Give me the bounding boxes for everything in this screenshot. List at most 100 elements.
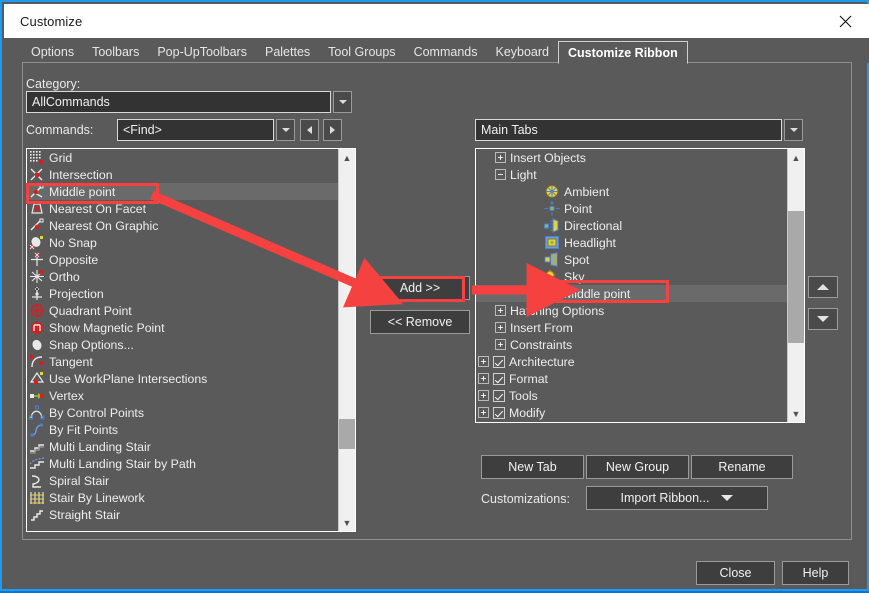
by-control-points-icon bbox=[29, 405, 45, 420]
ribbon-tree-node[interactable]: Directional bbox=[476, 217, 787, 234]
scrollbar-thumb[interactable] bbox=[339, 419, 355, 449]
new-group-button[interactable]: New Group bbox=[586, 455, 689, 479]
ribbon-scope-combo[interactable]: Main Tabs bbox=[475, 119, 803, 141]
help-button[interactable]: Help bbox=[782, 561, 849, 585]
ribbon-tree-node[interactable]: Headlight bbox=[476, 234, 787, 251]
command-list-item[interactable]: Use WorkPlane Intersections bbox=[27, 370, 338, 387]
ribbon-tree-node[interactable]: Hatching Options bbox=[476, 302, 787, 319]
ribbon-tree-node[interactable]: Format bbox=[476, 370, 787, 387]
tab-tool-groups[interactable]: Tool Groups bbox=[319, 41, 404, 63]
expand-plus-icon[interactable] bbox=[495, 322, 506, 333]
command-list-item[interactable]: Multi Landing Stair by Path bbox=[27, 455, 338, 472]
remove-button[interactable]: << Remove bbox=[370, 310, 470, 334]
expand-plus-icon[interactable] bbox=[495, 339, 506, 350]
ribbon-tree-node-label: Insert Objects bbox=[510, 151, 586, 165]
find-previous-button[interactable] bbox=[300, 119, 319, 141]
command-list-item[interactable]: Intersection bbox=[27, 166, 338, 183]
point-light-icon bbox=[544, 201, 560, 216]
tab-customize-ribbon[interactable]: Customize Ribbon bbox=[558, 41, 688, 64]
move-down-button[interactable] bbox=[808, 308, 838, 330]
expand-plus-icon[interactable] bbox=[478, 390, 489, 401]
tree-node-checkbox[interactable] bbox=[493, 356, 505, 368]
move-up-button[interactable] bbox=[808, 276, 838, 298]
tab-options[interactable]: Options bbox=[22, 41, 83, 63]
expand-plus-icon[interactable] bbox=[478, 356, 489, 367]
command-list-item[interactable]: Nearest On Graphic bbox=[27, 217, 338, 234]
tree-node-checkbox[interactable] bbox=[493, 390, 505, 402]
tab-commands[interactable]: Commands bbox=[405, 41, 487, 63]
ribbon-tree-scrollbar[interactable]: ▲ ▼ bbox=[787, 149, 804, 422]
find-next-button[interactable] bbox=[323, 119, 342, 141]
tab-label: Tool Groups bbox=[328, 45, 395, 59]
commands-list[interactable]: GridIntersectionMiddle pointNearest On F… bbox=[26, 148, 356, 532]
command-list-item[interactable]: Quadrant Point bbox=[27, 302, 338, 319]
chevron-down-icon[interactable] bbox=[784, 119, 803, 141]
command-list-item[interactable]: No Snap bbox=[27, 234, 338, 251]
scrollbar-thumb[interactable] bbox=[788, 211, 804, 343]
expand-plus-icon[interactable] bbox=[495, 305, 506, 316]
command-list-item[interactable]: Opposite bbox=[27, 251, 338, 268]
chevron-down-icon[interactable] bbox=[276, 119, 295, 141]
rename-button[interactable]: Rename bbox=[691, 455, 793, 479]
command-list-item[interactable]: Show Magnetic Point bbox=[27, 319, 338, 336]
tab-palettes[interactable]: Palettes bbox=[256, 41, 319, 63]
command-list-item[interactable]: Spiral Stair bbox=[27, 472, 338, 489]
scroll-down-icon[interactable]: ▼ bbox=[788, 405, 804, 422]
category-combo[interactable]: AllCommands bbox=[26, 91, 352, 113]
command-list-item[interactable]: By Control Points bbox=[27, 404, 338, 421]
spiral-stair-icon bbox=[29, 473, 45, 488]
command-list-item[interactable]: By Fit Points bbox=[27, 421, 338, 438]
expand-plus-icon[interactable] bbox=[478, 407, 489, 418]
command-list-item[interactable]: Ortho bbox=[27, 268, 338, 285]
command-list-item-label: Stair By Linework bbox=[49, 491, 145, 505]
category-value[interactable]: AllCommands bbox=[26, 91, 331, 113]
close-button[interactable]: Close bbox=[696, 561, 775, 585]
chevron-down-icon[interactable] bbox=[333, 91, 352, 113]
command-list-item[interactable]: Tangent bbox=[27, 353, 338, 370]
import-ribbon-dropdown[interactable]: Import Ribbon... bbox=[586, 486, 768, 510]
ribbon-tree-node[interactable]: Modify bbox=[476, 404, 787, 421]
headlight-icon bbox=[544, 235, 560, 250]
ribbon-tree-node[interactable]: Architecture bbox=[476, 353, 787, 370]
intersection-snap-icon bbox=[29, 167, 45, 182]
expand-plus-icon[interactable] bbox=[478, 373, 489, 384]
ribbon-tree-node[interactable]: Point bbox=[476, 200, 787, 217]
scroll-up-icon[interactable]: ▲ bbox=[788, 149, 804, 166]
ribbon-tree-node[interactable]: Light bbox=[476, 166, 787, 183]
tab-keyboard[interactable]: Keyboard bbox=[486, 41, 558, 63]
tree-node-checkbox[interactable] bbox=[493, 373, 505, 385]
ribbon-tree-node-label: Light bbox=[510, 168, 537, 182]
commands-find-value[interactable]: <Find> bbox=[117, 119, 274, 141]
scroll-up-icon[interactable]: ▲ bbox=[339, 149, 355, 166]
ribbon-tree-node[interactable]: Ambient bbox=[476, 183, 787, 200]
multi-landing-stair-path-icon bbox=[29, 456, 45, 471]
command-list-item[interactable]: Snap Options... bbox=[27, 336, 338, 353]
new-tab-button[interactable]: New Tab bbox=[481, 455, 584, 479]
tab-toolbars[interactable]: Toolbars bbox=[83, 41, 148, 63]
ribbon-tree-node[interactable]: Insert From bbox=[476, 319, 787, 336]
ribbon-tree-node[interactable]: Insert Objects bbox=[476, 149, 787, 166]
command-list-item[interactable]: Vertex bbox=[27, 387, 338, 404]
command-list-item[interactable]: Straight Stair bbox=[27, 506, 338, 523]
ribbon-scope-value[interactable]: Main Tabs bbox=[475, 119, 782, 141]
command-list-item[interactable]: Projection bbox=[27, 285, 338, 302]
ribbon-tree-node[interactable]: Constraints bbox=[476, 336, 787, 353]
close-icon[interactable] bbox=[822, 4, 869, 38]
commands-list-scrollbar[interactable]: ▲ ▼ bbox=[338, 149, 355, 531]
command-list-item[interactable]: Grid bbox=[27, 149, 338, 166]
command-list-item-label: Spiral Stair bbox=[49, 474, 109, 488]
tree-node-checkbox[interactable] bbox=[493, 407, 505, 419]
ribbon-tree-node[interactable]: Tools bbox=[476, 387, 787, 404]
tab-popup-toolbars[interactable]: Pop-UpToolbars bbox=[148, 41, 256, 63]
command-list-item-label: By Fit Points bbox=[49, 423, 118, 437]
command-list-item[interactable]: Multi Landing Stair bbox=[27, 438, 338, 455]
ribbon-tree-node[interactable]: Spot bbox=[476, 251, 787, 268]
command-list-item-label: Ortho bbox=[49, 270, 80, 284]
command-list-item[interactable]: Stair By Linework bbox=[27, 489, 338, 506]
expand-plus-icon[interactable] bbox=[495, 152, 506, 163]
collapse-minus-icon[interactable] bbox=[495, 169, 506, 180]
ribbon-tree-node-label: Format bbox=[509, 372, 548, 386]
ortho-snap-icon bbox=[29, 269, 45, 284]
commands-find-combo[interactable]: <Find> bbox=[117, 119, 295, 141]
scroll-down-icon[interactable]: ▼ bbox=[339, 514, 355, 531]
